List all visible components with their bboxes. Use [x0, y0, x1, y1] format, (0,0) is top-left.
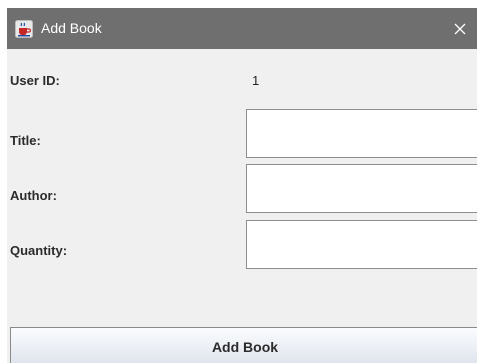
title-label: Title:: [10, 133, 41, 148]
author-label: Author:: [10, 188, 57, 203]
user-id-value-field: 1: [246, 57, 477, 106]
add-book-button[interactable]: Add Book: [10, 327, 477, 363]
window-title: Add Book: [41, 20, 102, 36]
user-id-value: 1: [252, 73, 260, 88]
quantity-field[interactable]: [246, 220, 477, 269]
add-book-window: Add Book User ID: 1 Title: Author: Quant…: [7, 8, 477, 363]
title-bar[interactable]: Add Book: [7, 8, 477, 49]
java-cup-icon: [15, 20, 33, 38]
close-button[interactable]: [443, 8, 477, 49]
title-field[interactable]: [246, 109, 477, 158]
quantity-label: Quantity:: [10, 243, 68, 258]
close-icon: [454, 23, 466, 34]
user-id-label: User ID:: [10, 73, 60, 88]
page: Add Book User ID: 1 Title: Author: Quant…: [0, 0, 477, 363]
author-field[interactable]: [246, 164, 477, 213]
